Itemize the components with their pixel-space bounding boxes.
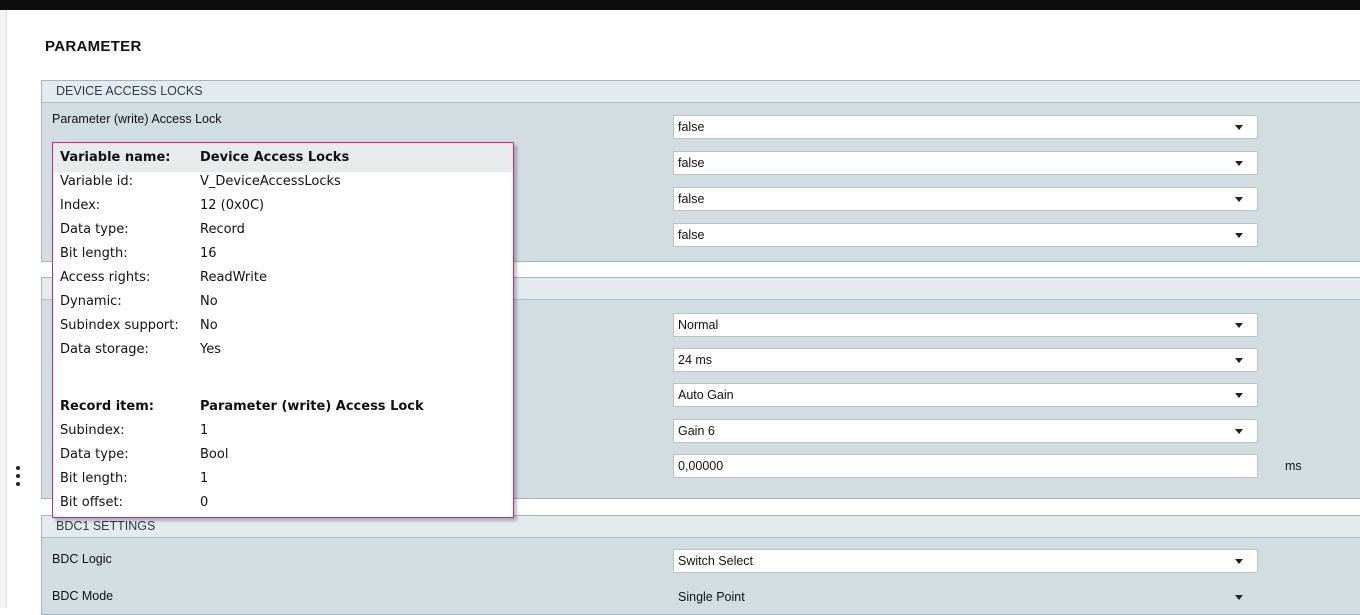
input-value: 0,00000 — [678, 459, 724, 473]
tooltip-row: Record item: Parameter (write) Access Lo… — [60, 399, 510, 417]
chevron-down-icon[interactable] — [1235, 358, 1243, 363]
tooltip-value: 1 — [200, 423, 209, 438]
unit-label: ms — [1285, 459, 1302, 473]
tooltip-key: Data type: — [60, 222, 129, 237]
dropdown-value: false — [678, 228, 705, 242]
tooltip-value: 0 — [200, 495, 209, 510]
tooltip-value: Record — [200, 222, 245, 237]
tooltip-row: Bit offset: 0 — [60, 495, 510, 513]
dropdown-value: false — [678, 192, 705, 206]
tooltip-value: Bool — [200, 447, 229, 462]
tooltip-row: Data type: Bool — [60, 447, 510, 465]
more-options-icon[interactable] — [16, 466, 22, 490]
tooltip-key: Index: — [60, 198, 101, 213]
tooltip-key: Access rights: — [60, 270, 151, 285]
param-dropdown[interactable]: false — [673, 151, 1258, 175]
dropdown-value: false — [678, 156, 705, 170]
top-bar — [0, 0, 1360, 10]
chevron-down-icon[interactable] — [1235, 125, 1243, 130]
chevron-down-icon[interactable] — [1235, 429, 1243, 434]
tooltip-key: Bit length: — [60, 246, 128, 261]
param-label: BDC Mode — [52, 589, 114, 603]
param-number-input[interactable]: 0,00000 — [673, 454, 1258, 478]
chevron-down-icon[interactable] — [1235, 161, 1243, 166]
tooltip-key: Record item: — [60, 399, 154, 414]
chevron-down-icon[interactable] — [1235, 393, 1243, 398]
chevron-down-icon[interactable] — [1235, 233, 1243, 238]
param-dropdown[interactable]: Gain 6 — [673, 419, 1258, 443]
param-dropdown[interactable]: Switch Select — [673, 549, 1258, 573]
group-bdc1-settings: BDC1 SETTINGS BDC Logic Switch Select BD… — [41, 515, 1360, 615]
param-dropdown[interactable]: false — [673, 115, 1258, 139]
tooltip-value: Device Access Locks — [200, 150, 350, 165]
tooltip-key: Bit length: — [60, 471, 128, 486]
param-dropdown[interactable]: false — [673, 187, 1258, 211]
tooltip-row: Subindex: 1 — [60, 423, 510, 441]
tooltip-key: Data type: — [60, 447, 129, 462]
tooltip-value: ReadWrite — [200, 270, 267, 285]
dropdown-value: Normal — [678, 318, 719, 332]
chevron-down-icon[interactable] — [1235, 197, 1243, 202]
dropdown-value: false — [678, 120, 705, 134]
tooltip-row: Access rights: ReadWrite — [60, 270, 510, 288]
tooltip-key: Subindex: — [60, 423, 125, 438]
tooltip-value: Yes — [200, 342, 221, 357]
tooltip-value: No — [200, 318, 218, 333]
tooltip-row: Bit length: 1 — [60, 471, 510, 489]
param-dropdown[interactable]: Single Point — [673, 585, 1258, 609]
dropdown-value: Switch Select — [678, 554, 754, 568]
tooltip-value: 12 (0x0C) — [200, 198, 265, 213]
param-row: BDC Logic Switch Select — [42, 538, 1360, 574]
param-dropdown[interactable]: Normal — [673, 313, 1258, 337]
tooltip-row: Data type: Record — [60, 222, 510, 240]
left-strip — [0, 10, 7, 608]
tooltip-row: Subindex support: No — [60, 318, 510, 336]
variable-info-tooltip: Variable name: Device Access Locks Varia… — [52, 142, 514, 518]
tooltip-key: Data storage: — [60, 342, 149, 357]
chevron-down-icon[interactable] — [1235, 595, 1243, 600]
param-dropdown[interactable]: false — [673, 223, 1258, 247]
dropdown-value: 24 ms — [678, 353, 713, 367]
tooltip-row: Bit length: 16 — [60, 246, 510, 264]
param-label: Parameter (write) Access Lock — [52, 112, 222, 126]
tooltip-key: Variable id: — [60, 174, 134, 189]
param-row: Parameter (write) Access Lock false — [42, 103, 1360, 139]
tooltip-key: Dynamic: — [60, 294, 122, 309]
tooltip-value: Parameter (write) Access Lock — [200, 399, 424, 414]
chevron-down-icon[interactable] — [1235, 559, 1243, 564]
group-header: BDC1 SETTINGS — [42, 516, 1360, 538]
dropdown-value: Gain 6 — [678, 424, 715, 438]
dropdown-value: Single Point — [678, 590, 745, 604]
tooltip-row: Data storage: Yes — [60, 342, 510, 360]
dropdown-value: Auto Gain — [678, 388, 734, 402]
param-dropdown[interactable]: Auto Gain — [673, 383, 1258, 407]
tooltip-value: 16 — [200, 246, 217, 261]
page-title: PARAMETER — [45, 38, 142, 55]
tooltip-key: Variable name: — [60, 150, 171, 165]
tooltip-row: Variable name: Device Access Locks — [60, 150, 510, 168]
tooltip-value: 1 — [200, 471, 209, 486]
chevron-down-icon[interactable] — [1235, 323, 1243, 328]
tooltip-key: Bit offset: — [60, 495, 123, 510]
tooltip-value: V_DeviceAccessLocks — [200, 174, 341, 189]
tooltip-value: No — [200, 294, 218, 309]
param-dropdown[interactable]: 24 ms — [673, 348, 1258, 372]
param-row: BDC Mode Single Point — [42, 574, 1360, 610]
param-label: BDC Logic — [52, 552, 112, 566]
group-header: DEVICE ACCESS LOCKS — [42, 81, 1360, 103]
tooltip-row: Dynamic: No — [60, 294, 510, 312]
tooltip-row: Index: 12 (0x0C) — [60, 198, 510, 216]
tooltip-key: Subindex support: — [60, 318, 179, 333]
tooltip-row: Variable id: V_DeviceAccessLocks — [60, 174, 510, 192]
